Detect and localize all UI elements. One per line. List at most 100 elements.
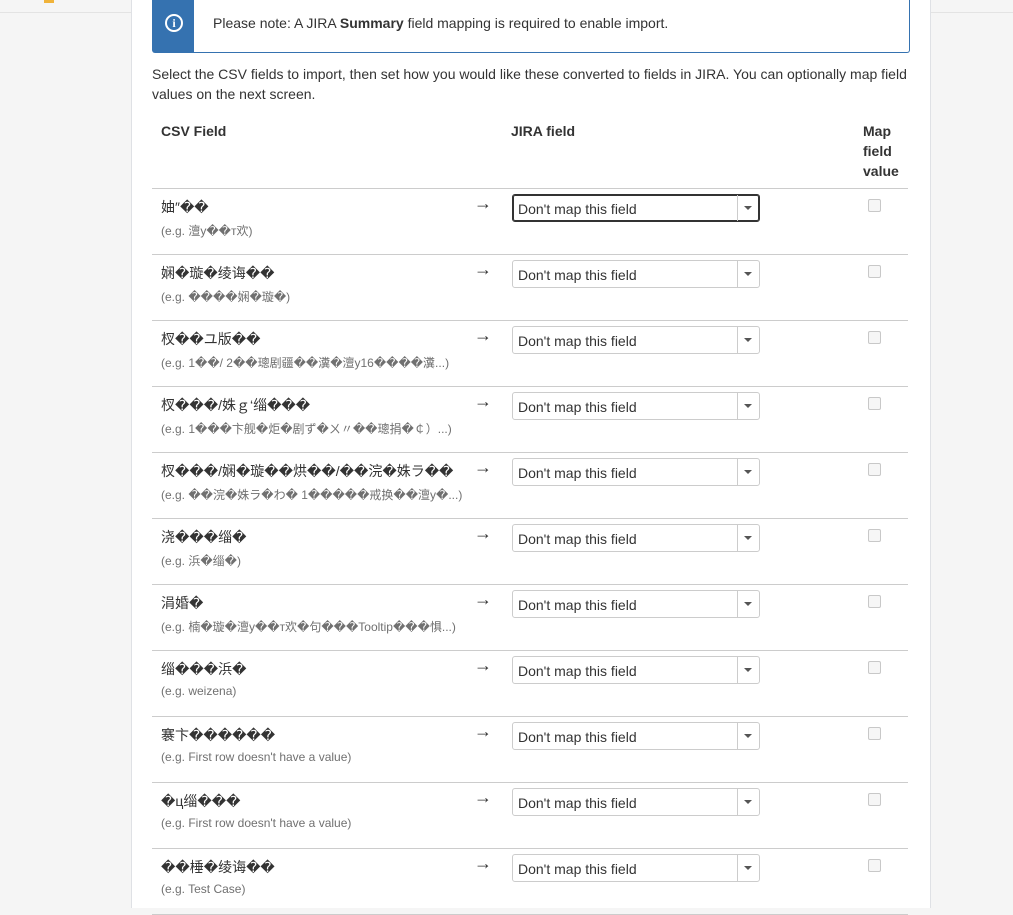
csv-field-name: 杈���/姝ｇ‘缁���	[161, 397, 311, 413]
jira-field-select[interactable]: Don't map this field	[512, 854, 760, 882]
csv-field-name: 娴�璇�绫诲��	[161, 265, 275, 281]
import-mapping-panel: i Please note: A JIRA Summary field mapp…	[131, 0, 931, 915]
dropdown-button[interactable]	[737, 789, 759, 815]
csv-field-example: (e.g. 澶у��т欢)	[161, 224, 253, 238]
jira-field-select[interactable]: Don't map this field	[512, 458, 760, 486]
csv-field-name: 妯″��	[161, 199, 209, 215]
map-field-value-checkbox[interactable]	[868, 265, 881, 278]
jira-field-select[interactable]: Don't map this field	[512, 194, 760, 222]
jira-field-select[interactable]: Don't map this field	[512, 788, 760, 816]
chevron-down-icon	[744, 602, 752, 606]
jira-field-header: JIRA field	[511, 123, 576, 139]
table-row: 杈��ユ版�� (e.g. 1��/ 2��璁剧疆��瀵�澶у16����瀵..…	[152, 321, 908, 387]
csv-field-example: (e.g. ����娴�璇�)	[161, 290, 291, 304]
info-icon: i	[165, 14, 183, 32]
csv-field-example: (e.g. 浜�缁�)	[161, 554, 241, 568]
arrow-icon: →	[474, 391, 492, 411]
table-row: ��棰�绫诲�� (e.g. Test Case) → Don't map th…	[152, 849, 908, 915]
table-header: CSV Field JIRA field Map field value	[152, 121, 908, 189]
map-field-value-header: Map field value	[863, 123, 899, 179]
csv-field-name: 浇���缁�	[161, 529, 247, 545]
table-row: 杈���/姝ｇ‘缁��� (e.g. 1���卞舰�炬�剧ず�ㄨ〃��璁捐�￠）…	[152, 387, 908, 453]
jira-field-select[interactable]: Don't map this field	[512, 722, 760, 750]
toolbar-marker	[44, 0, 54, 3]
csv-field-example: (e.g. 楠�璇�澶у��т欢�句���Tooltip���惧...)	[161, 620, 456, 634]
arrow-icon: →	[474, 457, 492, 477]
arrow-icon: →	[474, 523, 492, 543]
notice-icon-bar: i	[153, 0, 194, 52]
arrow-icon: →	[474, 655, 492, 675]
map-field-value-checkbox[interactable]	[868, 595, 881, 608]
csv-field-example: (e.g. 1��/ 2��璁剧疆��瀵�澶у16����瀵...)	[161, 356, 450, 370]
arrow-icon: →	[474, 853, 492, 873]
table-row: 妯″�� (e.g. 澶у��т欢) → Don't map this fiel…	[152, 189, 908, 255]
dropdown-button[interactable]	[737, 723, 759, 749]
table-row: 褰卞������ (e.g. First row doesn't have a …	[152, 717, 908, 783]
jira-field-select[interactable]: Don't map this field	[512, 524, 760, 552]
table-row: �ц缁��� (e.g. First row doesn't have a va…	[152, 783, 908, 849]
select-value: Don't map this field	[518, 729, 637, 745]
chevron-down-icon	[744, 734, 752, 738]
dropdown-button[interactable]	[737, 525, 759, 551]
dropdown-button[interactable]	[737, 459, 759, 485]
arrow-icon: →	[474, 259, 492, 279]
dropdown-button[interactable]	[737, 261, 759, 287]
map-field-value-checkbox[interactable]	[868, 199, 881, 212]
table-row: 浇���缁� (e.g. 浜�缁�) → Don't map this fiel…	[152, 519, 908, 585]
csv-field-name: ��棰�绫诲��	[161, 859, 275, 875]
select-value: Don't map this field	[518, 597, 637, 613]
jira-field-select[interactable]: Don't map this field	[512, 260, 760, 288]
select-value: Don't map this field	[518, 795, 637, 811]
csv-field-name: 杈��ユ版��	[161, 331, 261, 347]
dropdown-button[interactable]	[737, 657, 759, 683]
chevron-down-icon	[744, 404, 752, 408]
dropdown-button[interactable]	[737, 855, 759, 881]
arrow-icon: →	[474, 721, 492, 741]
chevron-down-icon	[744, 470, 752, 474]
map-field-value-checkbox[interactable]	[868, 463, 881, 476]
jira-field-select[interactable]: Don't map this field	[512, 590, 760, 618]
map-field-value-checkbox[interactable]	[868, 793, 881, 806]
chevron-down-icon	[744, 536, 752, 540]
select-value: Don't map this field	[518, 201, 637, 217]
csv-field-example: (e.g. First row doesn't have a value)	[161, 816, 352, 830]
arrow-icon: →	[474, 193, 492, 213]
notice-message: Please note: A JIRA Summary field mappin…	[213, 15, 669, 31]
map-field-value-checkbox[interactable]	[868, 331, 881, 344]
map-field-value-checkbox[interactable]	[868, 661, 881, 674]
select-value: Don't map this field	[518, 399, 637, 415]
map-field-value-checkbox[interactable]	[868, 859, 881, 872]
csv-field-name: 涓婚�	[161, 595, 204, 611]
intro-text: Select the CSV fields to import, then se…	[152, 66, 907, 102]
dropdown-button[interactable]	[737, 327, 759, 353]
csv-field-example: (e.g. Test Case)	[161, 882, 246, 896]
select-value: Don't map this field	[518, 663, 637, 679]
csv-field-example: (e.g. 1���卞舰�炬�剧ず�ㄨ〃��璁捐�￠）...)	[161, 422, 452, 436]
jira-field-select[interactable]: Don't map this field	[512, 656, 760, 684]
chevron-down-icon	[744, 800, 752, 804]
select-value: Don't map this field	[518, 267, 637, 283]
jira-field-select[interactable]: Don't map this field	[512, 326, 760, 354]
arrow-icon: →	[474, 589, 492, 609]
csv-field-example: (e.g. First row doesn't have a value)	[161, 750, 352, 764]
select-value: Don't map this field	[518, 465, 637, 481]
arrow-icon: →	[474, 325, 492, 345]
info-notice: i Please note: A JIRA Summary field mapp…	[152, 0, 910, 53]
csv-field-example: (e.g. ��浣�姝ラ�わ� 1�����戒换��澶у�...)	[161, 488, 463, 502]
csv-field-name: 缁���浜�	[161, 661, 247, 677]
chevron-down-icon	[744, 668, 752, 672]
dropdown-button[interactable]	[737, 393, 759, 419]
table-row: 娴�璇�绫诲�� (e.g. ����娴�璇�) → Don't map thi…	[152, 255, 908, 321]
jira-field-select[interactable]: Don't map this field	[512, 392, 760, 420]
dropdown-button[interactable]	[737, 591, 759, 617]
map-field-value-checkbox[interactable]	[868, 727, 881, 740]
arrow-icon: →	[474, 787, 492, 807]
csv-field-name: 杈���/娴�璇��烘��/��浣�姝ラ��	[161, 463, 454, 479]
dropdown-button[interactable]	[737, 195, 759, 221]
map-field-value-checkbox[interactable]	[868, 529, 881, 542]
chevron-down-icon	[744, 866, 752, 870]
csv-field-name: �ц缁���	[161, 793, 241, 809]
table-row: 杈���/娴�璇��烘��/��浣�姝ラ�� (e.g. ��浣�姝ラ�わ� 1…	[152, 453, 908, 519]
map-field-value-checkbox[interactable]	[868, 397, 881, 410]
chevron-down-icon	[744, 272, 752, 276]
